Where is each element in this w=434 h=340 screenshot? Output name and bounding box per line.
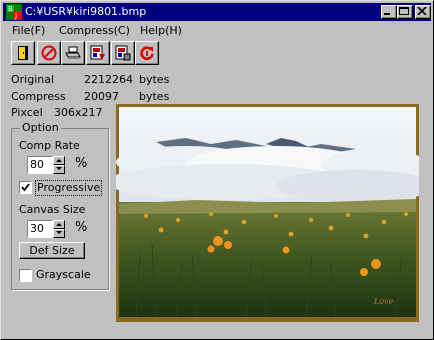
pixcel-value: 306x217: [54, 106, 103, 119]
menu-bar: File(F) Compress(C) Help(H): [3, 22, 431, 40]
landscape-photo: Love: [116, 107, 419, 318]
printer-icon[interactable]: [61, 41, 85, 65]
canvas-size-field[interactable]: 30: [27, 220, 53, 238]
compress-label: Compress: [11, 90, 66, 103]
svg-text:B: B: [8, 5, 13, 13]
comp-rate-unit: %: [75, 156, 88, 171]
original-label: Original: [11, 73, 55, 86]
title-bar[interactable]: B J C:¥USR¥kiri9801.bmp: [3, 3, 431, 21]
canvas-size-label: Canvas Size: [19, 203, 86, 216]
stop-icon[interactable]: [37, 41, 61, 65]
grayscale-checkbox[interactable]: [19, 269, 32, 282]
app-icon[interactable]: B J: [6, 4, 22, 20]
compress-value: 20097: [84, 90, 119, 103]
save-image-icon[interactable]: [111, 41, 135, 65]
comp-rate-label: Comp Rate: [19, 139, 80, 152]
comp-rate-field[interactable]: 80: [27, 156, 53, 174]
original-unit: bytes: [139, 73, 170, 86]
progressive-checkbox[interactable]: [19, 181, 32, 194]
grayscale-label: Grayscale: [36, 268, 91, 281]
app-window: B J C:¥USR¥kiri9801.bmp File(F) Compress…: [0, 0, 434, 340]
maximize-button[interactable]: [397, 5, 413, 19]
canvas-size-unit: %: [75, 220, 88, 235]
window-title: C:¥USR¥kiri9801.bmp: [25, 5, 147, 18]
option-title: Option: [20, 121, 61, 134]
canvas-size-up-button[interactable]: [53, 220, 65, 229]
svg-text:J: J: [14, 12, 17, 20]
option-group: Option Comp Rate 80 % Progressive Canvas…: [11, 121, 109, 290]
close-button[interactable]: [415, 5, 431, 19]
comp-rate-spin-buttons: [53, 156, 65, 174]
canvas-size-spin-buttons: [53, 220, 65, 238]
compress-unit: bytes: [139, 90, 170, 103]
open-door-icon[interactable]: [11, 41, 35, 65]
progressive-label[interactable]: Progressive: [35, 180, 103, 196]
minimize-button[interactable]: [381, 5, 397, 19]
canvas-size-down-button[interactable]: [53, 229, 65, 238]
photo-signature: Love: [373, 297, 394, 306]
def-size-button[interactable]: Def Size: [19, 242, 85, 259]
comp-rate-up-button[interactable]: [53, 156, 65, 165]
menu-compress[interactable]: Compress(C): [59, 24, 130, 38]
compress-image-icon[interactable]: [86, 41, 110, 65]
menu-help[interactable]: Help(H): [140, 24, 182, 38]
pixcel-label: Pixcel: [11, 106, 43, 119]
original-value: 2212264: [84, 73, 133, 86]
menu-file[interactable]: File(F): [12, 24, 45, 38]
comp-rate-down-button[interactable]: [53, 165, 65, 174]
refresh-icon[interactable]: [135, 41, 159, 65]
image-preview[interactable]: Love: [116, 104, 419, 322]
